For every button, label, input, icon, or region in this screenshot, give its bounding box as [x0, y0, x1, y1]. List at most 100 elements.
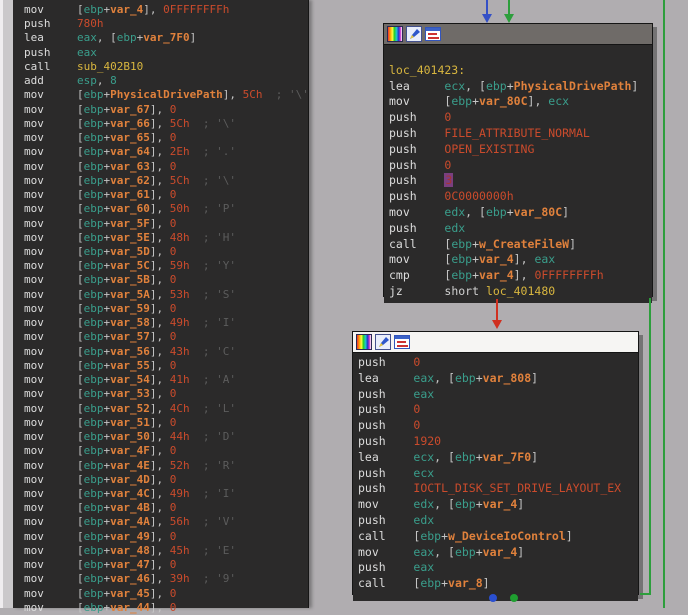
- asm-token: 4Ch: [170, 402, 190, 415]
- asm-token: +: [472, 237, 479, 251]
- asm-token: [: [77, 117, 84, 130]
- asm-line[interactable]: mov [ebp+var_66], 5Ch ; '\': [24, 117, 308, 131]
- edit-pencil-icon[interactable]: [406, 26, 422, 42]
- asm-token: ebp: [84, 302, 104, 315]
- asm-line[interactable]: push eax: [358, 387, 638, 403]
- asm-line[interactable]: lea eax, [ebp+var_808]: [358, 371, 638, 387]
- asm-token: ; 'D': [190, 430, 236, 443]
- asm-line[interactable]: mov [ebp+var_4C], 49h ; 'I': [24, 487, 308, 501]
- asm-line[interactable]: mov [ebp+var_50], 44h ; 'D': [24, 430, 308, 444]
- node-exit-dot-green: [510, 594, 518, 602]
- asm-line[interactable]: mov [ebp+var_5D], 0: [24, 245, 308, 259]
- asm-line[interactable]: push OPEN_EXISTING: [389, 142, 652, 158]
- asm-line[interactable]: mov [ebp+var_65], 0: [24, 131, 308, 145]
- asm-line[interactable]: push 0: [358, 418, 638, 434]
- asm-line[interactable]: mov [ebp+var_45], 0: [24, 587, 308, 601]
- asm-line[interactable]: push edx: [389, 221, 652, 237]
- asm-line[interactable]: mov [ebp+var_54], 41h ; 'A': [24, 373, 308, 387]
- asm-line[interactable]: mov [ebp+var_4B], 0: [24, 501, 308, 515]
- node-color-icon[interactable]: [356, 334, 372, 350]
- asm-line[interactable]: mov [ebp+var_5C], 59h ; 'Y': [24, 259, 308, 273]
- asm-line[interactable]: mov [ebp+var_49], 0: [24, 530, 308, 544]
- asm-token: +: [507, 205, 514, 219]
- asm-line[interactable]: loc_401423:: [389, 63, 652, 79]
- node-titlebar[interactable]: [384, 24, 652, 45]
- asm-line[interactable]: push 780h: [24, 17, 308, 31]
- asm-line[interactable]: lea ecx, [ebp+PhysicalDrivePath]: [389, 79, 652, 95]
- asm-line[interactable]: cmp [ebp+var_4], 0FFFFFFFFh: [389, 268, 652, 284]
- asm-line[interactable]: mov eax, [ebp+var_4]: [358, 545, 638, 561]
- asm-line[interactable]: call [ebp+w_DeviceIoControl]: [358, 529, 638, 545]
- asm-line[interactable]: push 0: [358, 402, 638, 418]
- asm-line[interactable]: mov [ebp+var_67], 0: [24, 103, 308, 117]
- asm-line[interactable]: mov [ebp+var_53], 0: [24, 387, 308, 401]
- asm-line[interactable]: call [ebp+w_CreateFileW]: [389, 237, 652, 253]
- asm-line[interactable]: mov [ebp+var_48], 45h ; 'E': [24, 544, 308, 558]
- asm-line[interactable]: push FILE_ATTRIBUTE_NORMAL: [389, 126, 652, 142]
- node-color-icon[interactable]: [387, 26, 403, 42]
- asm-line[interactable]: mov [ebp+var_80C], ecx: [389, 94, 652, 110]
- asm-line[interactable]: mov [ebp+var_59], 0: [24, 302, 308, 316]
- asm-line[interactable]: push IOCTL_DISK_SET_DRIVE_LAYOUT_EX: [358, 481, 638, 497]
- asm-token: esp: [77, 74, 97, 87]
- asm-line[interactable]: mov [ebp+var_60], 50h ; 'P': [24, 202, 308, 216]
- asm-line[interactable]: mov [ebp+var_5B], 0: [24, 273, 308, 287]
- asm-line[interactable]: mov [ebp+var_56], 43h ; 'C': [24, 345, 308, 359]
- asm-line[interactable]: mov [ebp+var_46], 39h ; '9': [24, 572, 308, 586]
- asm-line[interactable]: mov [ebp+var_62], 5Ch ; '\': [24, 174, 308, 188]
- asm-token: [: [77, 259, 84, 272]
- asm-line[interactable]: push 0: [358, 355, 638, 371]
- asm-line[interactable]: push ecx: [358, 466, 638, 482]
- asm-line[interactable]: push 0C0000000h: [389, 189, 652, 205]
- asm-line[interactable]: mov [ebp+var_4A], 56h ; 'V': [24, 515, 308, 529]
- asm-line[interactable]: mov [ebp+var_58], 49h ; 'I': [24, 316, 308, 330]
- asm-line[interactable]: push 1920: [358, 434, 638, 450]
- edit-pencil-icon[interactable]: [375, 334, 391, 350]
- asm-token: [: [77, 302, 84, 315]
- group-node-icon[interactable]: [394, 334, 410, 350]
- asm-line[interactable]: call sub_402B10: [24, 60, 308, 74]
- asm-line[interactable]: push eax: [358, 560, 638, 576]
- asm-line[interactable]: add esp, 8: [24, 74, 308, 88]
- asm-token: [: [77, 330, 84, 343]
- asm-line[interactable]: mov [ebp+var_51], 0: [24, 416, 308, 430]
- asm-token: ]: [562, 205, 569, 219]
- asm-line[interactable]: push eax: [24, 46, 308, 60]
- asm-line[interactable]: push 0: [389, 110, 652, 126]
- asm-line[interactable]: mov [ebp+var_47], 0: [24, 558, 308, 572]
- asm-line[interactable]: mov [ebp+var_4E], 52h ; 'R': [24, 459, 308, 473]
- asm-line[interactable]: lea ecx, [ebp+var_7F0]: [358, 450, 638, 466]
- asm-line[interactable]: [389, 47, 652, 63]
- asm-line[interactable]: push edx: [358, 513, 638, 529]
- asm-line[interactable]: call [ebp+var_8]: [358, 576, 638, 592]
- asm-line[interactable]: mov [ebp+var_4], 0FFFFFFFFh: [24, 3, 308, 17]
- asm-line[interactable]: push 0: [389, 158, 652, 174]
- asm-line[interactable]: push 3: [389, 173, 652, 189]
- asm-line[interactable]: mov [ebp+var_64], 2Eh ; '.': [24, 145, 308, 159]
- asm-token: ebp: [84, 217, 104, 230]
- asm-line[interactable]: mov [ebp+var_4], eax: [389, 252, 652, 268]
- asm-line[interactable]: mov [ebp+var_4D], 0: [24, 473, 308, 487]
- asm-token: w_CreateFileW: [479, 237, 569, 251]
- asm-line[interactable]: mov [ebp+var_61], 0: [24, 188, 308, 202]
- asm-token: ebp: [84, 88, 104, 101]
- asm-line[interactable]: mov [ebp+var_55], 0: [24, 359, 308, 373]
- asm-line[interactable]: mov edx, [ebp+var_4]: [358, 497, 638, 513]
- group-node-icon[interactable]: [425, 26, 441, 42]
- asm-line[interactable]: mov edx, [ebp+var_80C]: [389, 205, 652, 221]
- asm-token: , [: [434, 371, 455, 385]
- asm-line[interactable]: mov [ebp+var_5E], 48h ; 'H': [24, 231, 308, 245]
- asm-line[interactable]: lea eax, [ebp+var_7F0]: [24, 31, 308, 45]
- asm-token: ebp: [84, 160, 104, 173]
- asm-line[interactable]: jz short loc_401480: [389, 284, 652, 300]
- asm-line[interactable]: mov [ebp+var_52], 4Ch ; 'L': [24, 402, 308, 416]
- asm-line[interactable]: mov [ebp+var_57], 0: [24, 330, 308, 344]
- node-titlebar[interactable]: [353, 332, 638, 353]
- asm-line[interactable]: mov [ebp+var_63], 0: [24, 160, 308, 174]
- asm-token: short: [444, 284, 486, 298]
- asm-line[interactable]: mov [ebp+PhysicalDrivePath], 5Ch ; '\': [24, 88, 308, 102]
- asm-token: 52h: [170, 459, 190, 472]
- asm-line[interactable]: mov [ebp+var_5F], 0: [24, 217, 308, 231]
- asm-line[interactable]: mov [ebp+var_4F], 0: [24, 444, 308, 458]
- asm-line[interactable]: mov [ebp+var_5A], 53h ; 'S': [24, 288, 308, 302]
